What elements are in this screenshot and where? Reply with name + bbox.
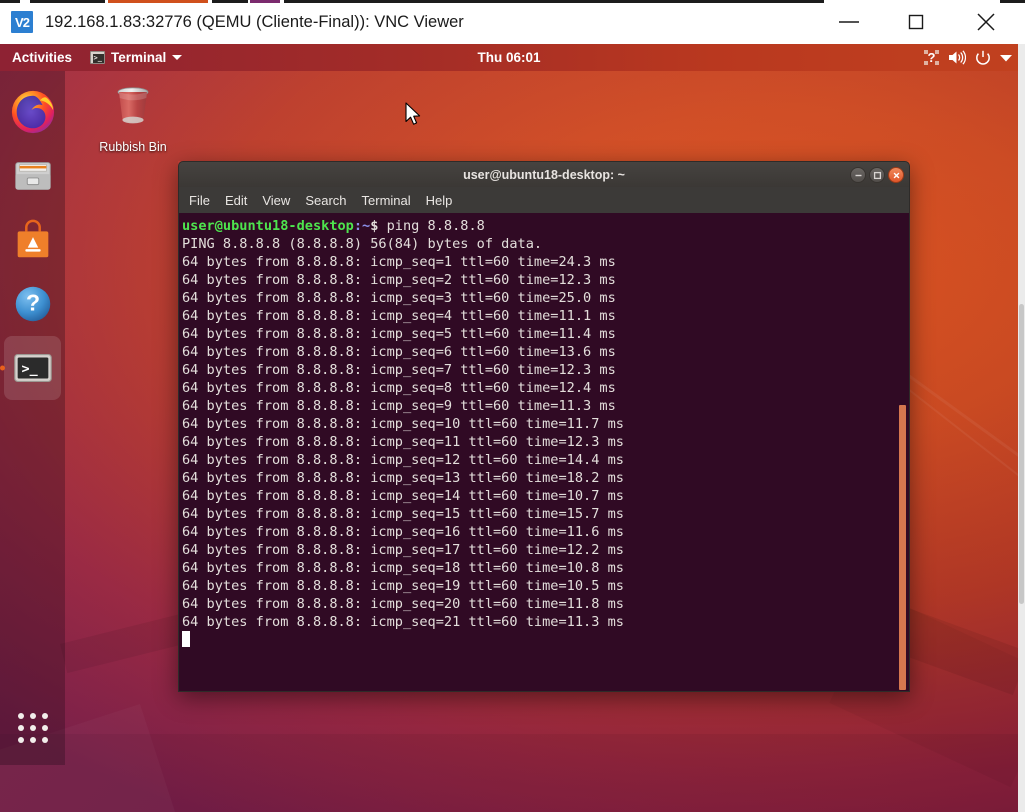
- vnc-minimize-button[interactable]: [826, 0, 872, 44]
- maximize-icon: [906, 12, 926, 32]
- terminal-icon: [90, 51, 105, 64]
- terminal-output-line: 64 bytes from 8.8.8.8: icmp_seq=3 ttl=60…: [182, 289, 909, 307]
- minimize-icon: [836, 15, 862, 29]
- prompt-user-host: user@ubuntu18-desktop: [182, 218, 354, 234]
- terminal-window-controls: [850, 162, 904, 188]
- vnc-app-logo: V2: [11, 11, 33, 33]
- terminal-output-line: 64 bytes from 8.8.8.8: icmp_seq=4 ttl=60…: [182, 307, 909, 325]
- menu-search[interactable]: Search: [305, 193, 346, 208]
- app-grid-icon: [18, 713, 48, 743]
- terminal-output-line: 64 bytes from 8.8.8.8: icmp_seq=19 ttl=6…: [182, 577, 909, 595]
- vnc-close-button[interactable]: [963, 0, 1009, 44]
- maximize-icon: [873, 171, 882, 180]
- menu-file[interactable]: File: [189, 193, 210, 208]
- close-icon: [975, 11, 997, 33]
- svg-text:>_: >_: [21, 362, 38, 377]
- vnc-viewer-window: V2 192.168.1.83:32776 (QEMU (Cliente-Fin…: [0, 0, 1025, 812]
- terminal-output-line: 64 bytes from 8.8.8.8: icmp_seq=13 ttl=6…: [182, 469, 909, 487]
- app-menu-label: Terminal: [111, 50, 166, 65]
- mouse-cursor: [405, 102, 422, 132]
- terminal-output-line: 64 bytes from 8.8.8.8: icmp_seq=5 ttl=60…: [182, 325, 909, 343]
- terminal-output-line: 64 bytes from 8.8.8.8: icmp_seq=21 ttl=6…: [182, 613, 909, 631]
- minimize-icon: [854, 171, 863, 180]
- terminal-cursor: [182, 631, 190, 647]
- terminal-output-line: 64 bytes from 8.8.8.8: icmp_seq=12 ttl=6…: [182, 451, 909, 469]
- desktop-icon-label: Rubbish Bin: [90, 140, 176, 154]
- terminal-body[interactable]: user@ubuntu18-desktop:~$ ping 8.8.8.8PIN…: [178, 213, 910, 692]
- terminal-window-title: user@ubuntu18-desktop: ~: [463, 168, 625, 182]
- dock-item-files[interactable]: [0, 144, 65, 208]
- terminal-cursor-line: [182, 631, 909, 649]
- terminal-scrollbar-thumb[interactable]: [899, 405, 906, 690]
- terminal-output-line: 64 bytes from 8.8.8.8: icmp_seq=18 ttl=6…: [182, 559, 909, 577]
- ubuntu-desktop: Activities Terminal Thu 06:01 ?: [0, 44, 1018, 812]
- menu-terminal[interactable]: Terminal: [362, 193, 411, 208]
- terminal-icon: >_: [10, 345, 56, 391]
- terminal-output-line: 64 bytes from 8.8.8.8: icmp_seq=17 ttl=6…: [182, 541, 909, 559]
- terminal-output-line: 64 bytes from 8.8.8.8: icmp_seq=7 ttl=60…: [182, 361, 909, 379]
- terminal-titlebar[interactable]: user@ubuntu18-desktop: ~: [178, 161, 910, 187]
- terminal-output-line: 64 bytes from 8.8.8.8: icmp_seq=1 ttl=60…: [182, 253, 909, 271]
- terminal-output: user@ubuntu18-desktop:~$ ping 8.8.8.8PIN…: [181, 217, 909, 649]
- terminal-output-line: 64 bytes from 8.8.8.8: icmp_seq=16 ttl=6…: [182, 523, 909, 541]
- svg-text:?: ?: [25, 290, 39, 316]
- power-icon[interactable]: [975, 50, 991, 66]
- accessibility-icon[interactable]: ?: [924, 50, 939, 65]
- terminal-menubar: File Edit View Search Terminal Help: [178, 187, 910, 213]
- help-icon: ?: [10, 281, 56, 327]
- menu-edit[interactable]: Edit: [225, 193, 247, 208]
- ubuntu-dock: ? >_: [0, 71, 65, 765]
- terminal-output-line: 64 bytes from 8.8.8.8: icmp_seq=15 ttl=6…: [182, 505, 909, 523]
- status-area[interactable]: ?: [924, 44, 1012, 71]
- menu-view[interactable]: View: [262, 193, 290, 208]
- show-applications-button[interactable]: [0, 691, 65, 765]
- firefox-icon: [10, 89, 56, 135]
- terminal-command: ping 8.8.8.8: [387, 218, 485, 234]
- vnc-vertical-scrollbar[interactable]: [1018, 44, 1025, 812]
- terminal-maximize-button[interactable]: [869, 167, 885, 183]
- terminal-minimize-button[interactable]: [850, 167, 866, 183]
- close-icon: [892, 171, 901, 180]
- menu-help[interactable]: Help: [426, 193, 453, 208]
- file-manager-icon: [10, 153, 56, 199]
- terminal-output-line: 64 bytes from 8.8.8.8: icmp_seq=10 ttl=6…: [182, 415, 909, 433]
- vnc-scrollbar-thumb[interactable]: [1019, 304, 1024, 604]
- vnc-maximize-button[interactable]: [893, 0, 939, 44]
- dock-item-terminal[interactable]: >_: [4, 336, 61, 400]
- activities-button[interactable]: Activities: [0, 44, 82, 71]
- terminal-window: user@ubuntu18-desktop: ~: [178, 161, 910, 692]
- desktop-icon-rubbish-bin[interactable]: Rubbish Bin: [90, 79, 176, 154]
- prompt-symbol: $: [370, 218, 386, 234]
- prompt-path: :~: [354, 218, 370, 234]
- vnc-window-title: 192.168.1.83:32776 (QEMU (Cliente-Final)…: [45, 13, 464, 32]
- terminal-close-button[interactable]: [888, 167, 904, 183]
- terminal-scrollbar[interactable]: [895, 213, 909, 692]
- trash-icon: [106, 79, 160, 133]
- svg-text:?: ?: [928, 50, 936, 65]
- dock-item-firefox[interactable]: [0, 80, 65, 144]
- chevron-down-icon[interactable]: [1000, 54, 1012, 62]
- terminal-output-line: 64 bytes from 8.8.8.8: icmp_seq=11 ttl=6…: [182, 433, 909, 451]
- terminal-output-line: PING 8.8.8.8 (8.8.8.8) 56(84) bytes of d…: [182, 235, 909, 253]
- terminal-output-line: 64 bytes from 8.8.8.8: icmp_seq=8 ttl=60…: [182, 379, 909, 397]
- vnc-titlebar: V2 192.168.1.83:32776 (QEMU (Cliente-Fin…: [0, 0, 1025, 44]
- terminal-output-line: 64 bytes from 8.8.8.8: icmp_seq=9 ttl=60…: [182, 397, 909, 415]
- volume-icon[interactable]: [948, 50, 966, 65]
- terminal-output-line: 64 bytes from 8.8.8.8: icmp_seq=2 ttl=60…: [182, 271, 909, 289]
- dock-item-help[interactable]: ?: [0, 272, 65, 336]
- terminal-prompt-line: user@ubuntu18-desktop:~$ ping 8.8.8.8: [182, 217, 909, 235]
- ubuntu-software-icon: [10, 217, 56, 263]
- terminal-output-line: 64 bytes from 8.8.8.8: icmp_seq=6 ttl=60…: [182, 343, 909, 361]
- chevron-down-icon: [172, 55, 182, 60]
- terminal-output-line: 64 bytes from 8.8.8.8: icmp_seq=20 ttl=6…: [182, 595, 909, 613]
- terminal-output-line: 64 bytes from 8.8.8.8: icmp_seq=14 ttl=6…: [182, 487, 909, 505]
- app-menu-terminal[interactable]: Terminal: [82, 44, 190, 71]
- dock-item-ubuntu-software[interactable]: [0, 208, 65, 272]
- gnome-top-bar: Activities Terminal Thu 06:01 ?: [0, 44, 1018, 71]
